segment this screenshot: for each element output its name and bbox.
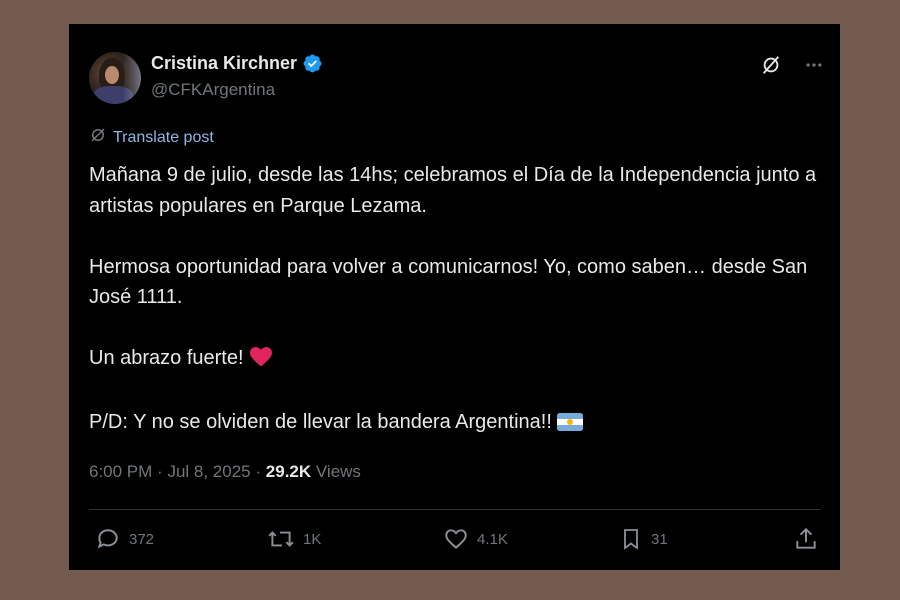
post-paragraph: Mañana 9 de julio, desde las 14hs; celeb… xyxy=(89,164,817,217)
author-display-name[interactable]: Cristina Kirchner xyxy=(151,53,297,74)
meta-separator: · xyxy=(157,462,163,481)
author-handle[interactable]: @CFKArgentina xyxy=(151,80,275,100)
meta-separator: · xyxy=(255,462,262,481)
post-meta: 6:00 PM · Jul 8, 2025 · 29.2K Views xyxy=(89,462,361,482)
repost-count: 1K xyxy=(303,530,322,548)
divider xyxy=(89,509,820,510)
verified-badge-icon[interactable] xyxy=(302,53,323,74)
bookmark-count: 31 xyxy=(651,530,668,548)
post-body: Mañana 9 de julio, desde las 14hs; celeb… xyxy=(89,160,819,438)
red-heart-icon xyxy=(248,345,274,377)
bookmark-icon xyxy=(619,526,643,552)
translate-label: Translate post xyxy=(113,128,214,146)
avatar[interactable] xyxy=(89,52,141,104)
views-count: 29.2K xyxy=(265,462,312,481)
views-label: Views xyxy=(315,462,361,481)
reply-icon xyxy=(95,526,121,552)
more-options-icon[interactable] xyxy=(804,55,824,75)
post-paragraph: P/D: Y no se olviden de llevar la bander… xyxy=(89,407,819,438)
share-button[interactable] xyxy=(793,526,819,552)
post-card: Cristina Kirchner @CFKArgentina Translat… xyxy=(69,24,840,570)
post-paragraph: Hermosa oportunidad para volver a comuni… xyxy=(89,255,808,309)
repost-icon xyxy=(267,526,295,552)
author-name-row: Cristina Kirchner xyxy=(151,53,323,74)
post-paragraph: Un abrazo fuerte! xyxy=(89,343,819,377)
like-count: 4.1K xyxy=(477,530,508,548)
like-button[interactable]: 4.1K xyxy=(443,526,508,552)
argentina-flag-icon xyxy=(556,413,583,431)
post-top-actions xyxy=(760,54,824,76)
bookmark-button[interactable]: 31 xyxy=(619,526,668,552)
share-icon xyxy=(793,526,819,552)
translate-icon xyxy=(89,126,107,149)
repost-button[interactable]: 1K xyxy=(267,526,321,552)
reply-button[interactable]: 372 xyxy=(95,526,154,552)
like-icon xyxy=(443,526,469,552)
post-actions-bar: 372 1K 4.1K 31 xyxy=(95,526,820,556)
translate-post-link[interactable]: Translate post xyxy=(89,126,214,149)
grok-icon[interactable] xyxy=(760,54,782,76)
reply-count: 372 xyxy=(129,530,155,548)
post-date[interactable]: Jul 8, 2025 xyxy=(167,462,250,481)
post-time[interactable]: 6:00 PM xyxy=(89,462,152,481)
